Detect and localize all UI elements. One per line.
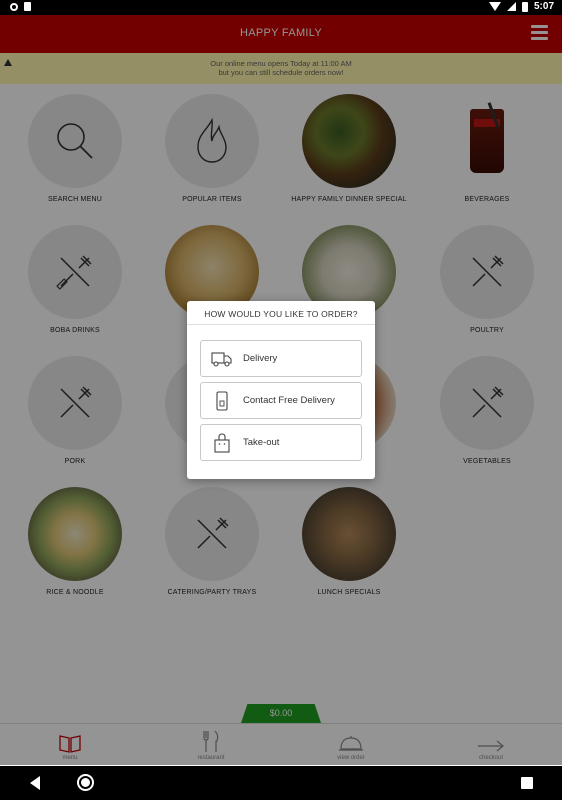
contact-free-delivery-option-button[interactable]: Contact Free Delivery <box>200 382 362 419</box>
wifi-icon <box>488 2 501 11</box>
option-label: Take-out <box>243 437 280 448</box>
phone-icon <box>211 390 233 411</box>
home-icon[interactable] <box>77 774 94 791</box>
bag-icon <box>211 432 233 453</box>
system-nav-bar <box>0 766 562 800</box>
sd-card-icon <box>24 2 31 11</box>
order-type-dialog: HOW WOULD YOU LIKE TO ORDER? Delivery Co… <box>187 301 375 479</box>
status-bar: 5:07 <box>0 0 562 15</box>
back-icon[interactable] <box>30 776 40 790</box>
take-out-option-button[interactable]: Take-out <box>200 424 362 461</box>
battery-icon <box>521 1 528 12</box>
delivery-option-button[interactable]: Delivery <box>200 340 362 377</box>
dialog-title: HOW WOULD YOU LIKE TO ORDER? <box>204 309 358 319</box>
truck-icon <box>211 349 233 369</box>
option-label: Delivery <box>243 353 278 364</box>
status-time: 5:07 <box>533 1 554 12</box>
notification-dot-icon <box>10 2 18 11</box>
option-label: Contact Free Delivery <box>243 395 335 406</box>
signal-icon <box>506 2 516 11</box>
dialog-divider <box>187 324 375 325</box>
recent-apps-icon[interactable] <box>521 777 533 789</box>
